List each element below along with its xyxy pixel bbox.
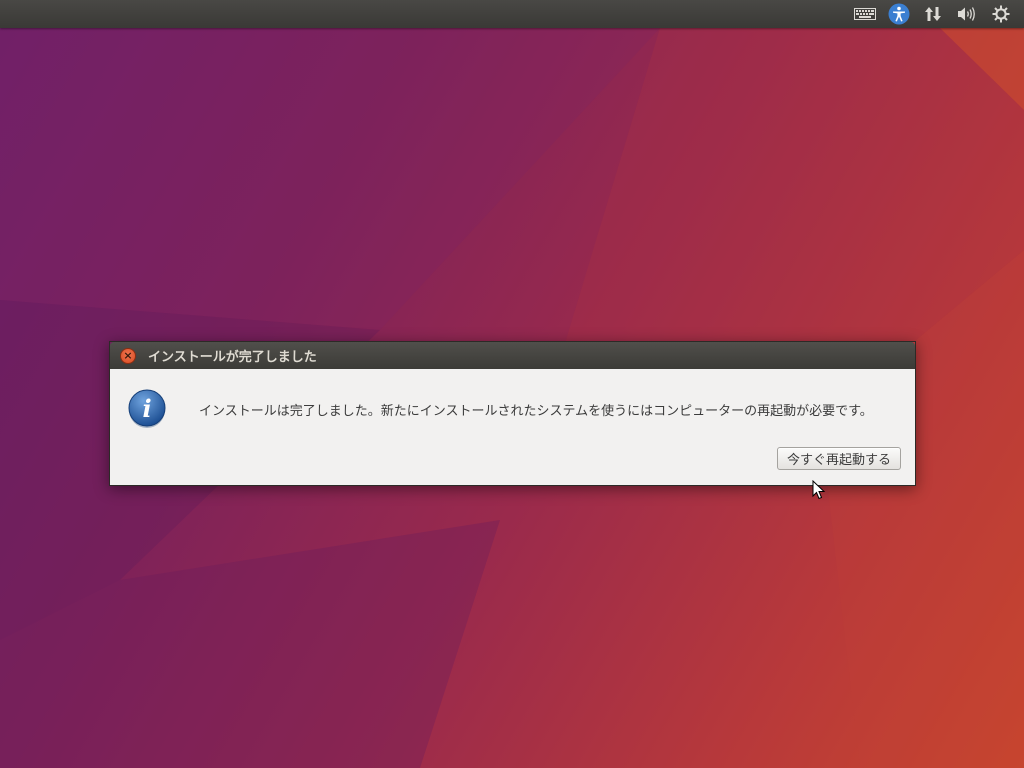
close-icon: × [123,349,133,362]
volume-indicator[interactable] [950,0,984,28]
dialog-body: i インストールは完了しました。新たにインストールされたシステムを使うにはコンピ… [110,369,915,485]
accessibility-indicator[interactable] [882,0,916,28]
accessibility-icon [888,3,910,25]
svg-text:i: i [142,394,151,423]
session-indicator[interactable] [984,0,1018,28]
network-icon [925,7,941,21]
install-complete-dialog: × インストールが完了しました i インストールは完了しました。新たにインストー… [109,341,916,486]
restart-now-button[interactable]: 今すぐ再起動する [776,447,901,470]
close-button[interactable]: × [120,347,136,364]
keyboard-indicator[interactable] [848,0,882,28]
info-icon: i [128,389,166,428]
dialog-title: インストールが完了しました [148,350,317,365]
dialog-titlebar[interactable]: × インストールが完了しました [110,342,915,369]
mouse-cursor-icon [812,480,826,500]
dialog-message: インストールは完了しました。新たにインストールされたシステムを使うにはコンピュー… [199,404,873,419]
keyboard-icon [854,8,876,20]
network-indicator[interactable] [916,0,950,28]
power-gear-icon [992,5,1010,23]
volume-icon [958,7,975,21]
top-panel [0,0,1024,28]
